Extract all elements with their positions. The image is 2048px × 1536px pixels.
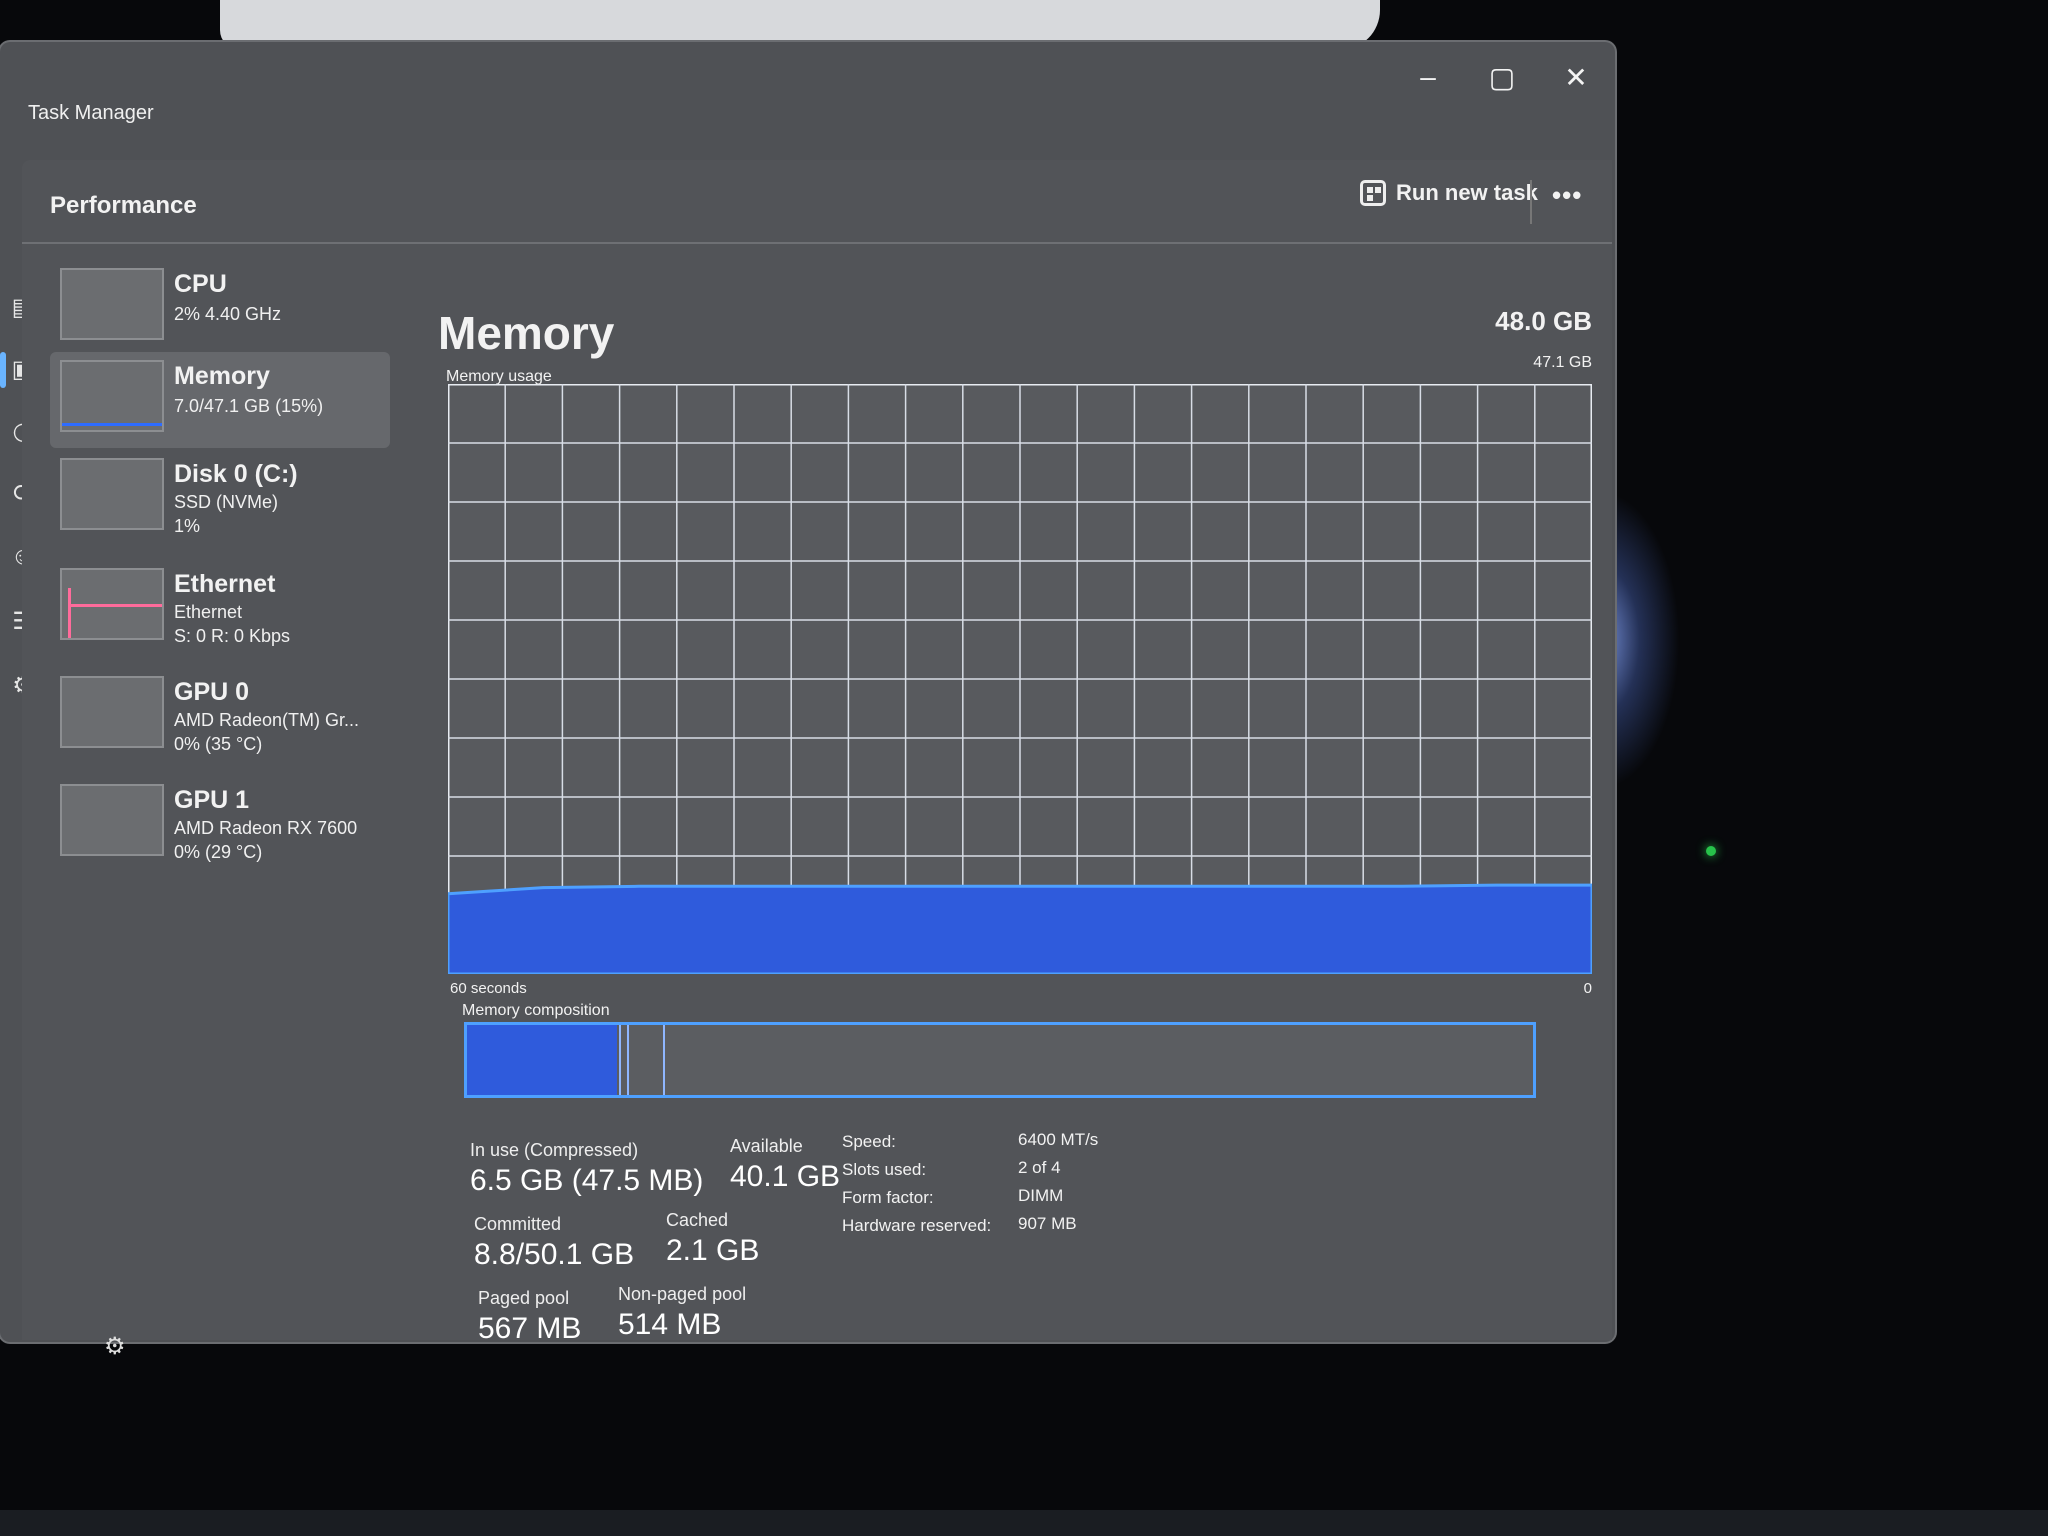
spec-value-slots: 2 of 4 <box>1018 1158 1061 1177</box>
non-paged-pool-value: 514 MB <box>618 1308 722 1341</box>
disk-thumbnail-graph <box>60 458 164 530</box>
device-item-gpu0[interactable]: GPU 0 AMD Radeon(TM) Gr... 0% (35 °C) <box>50 668 390 764</box>
device-detail: S: 0 R: 0 Kbps <box>174 626 291 646</box>
spec-value-form-factor: DIMM <box>1018 1186 1064 1205</box>
device-item-memory[interactable]: Memory 7.0/47.1 GB (15%) <box>50 352 390 448</box>
minimize-button[interactable]: – <box>1398 52 1458 102</box>
device-detail: SSD (NVMe) <box>174 492 279 512</box>
device-detail: AMD Radeon RX 7600 <box>174 818 358 838</box>
gpu0-thumbnail-graph <box>60 676 164 748</box>
spec-value-speed: 6400 MT/s <box>1018 1130 1099 1149</box>
gpu1-thumbnail-graph <box>60 784 164 856</box>
available-value: 40.1 GB <box>730 1160 841 1193</box>
non-paged-pool-label: Non-paged pool <box>618 1284 747 1304</box>
maximize-button[interactable]: ▢ <box>1472 52 1532 102</box>
power-indicator-light <box>1706 846 1716 856</box>
memory-usage-chart <box>448 384 1592 974</box>
cached-value: 2.1 GB <box>666 1234 760 1267</box>
paged-pool-value: 567 MB <box>478 1312 582 1345</box>
device-detail: 7.0/47.1 GB (15%) <box>174 396 324 416</box>
settings-icon[interactable]: ⚙ <box>104 1332 126 1361</box>
committed-value: 8.8/50.1 GB <box>474 1238 635 1271</box>
composition-label: Memory composition <box>462 1002 610 1019</box>
page-title: Performance <box>50 192 197 219</box>
total-memory: 48.0 GB <box>1495 306 1592 336</box>
device-detail: 0% (35 °C) <box>174 734 263 754</box>
device-item-disk[interactable]: Disk 0 (C:) SSD (NVMe) 1% <box>50 450 390 546</box>
run-task-icon <box>1360 180 1386 206</box>
device-name: Memory <box>174 362 270 390</box>
toolbar-divider <box>1530 180 1532 224</box>
available-label: Available <box>730 1136 803 1156</box>
more-options-button[interactable]: ••• <box>1552 180 1582 211</box>
task-manager-window: Task Manager – ▢ ✕ ▤ ▣ ◷ ⟳ ☺ ☰ ⚙ Perform… <box>0 42 1615 1360</box>
cached-label: Cached <box>666 1210 729 1230</box>
paged-pool-label: Paged pool <box>478 1288 570 1308</box>
composition-standby <box>629 1025 665 1095</box>
main-title: Memory <box>438 307 615 359</box>
device-name: Disk 0 (C:) <box>174 460 298 488</box>
spec-value-hardware-reserved: 907 MB <box>1018 1214 1077 1233</box>
committed-label: Committed <box>474 1214 562 1234</box>
header-divider <box>22 242 1612 244</box>
performance-panel: Performance Run new task ••• CPU 2% 4.40… <box>22 160 1612 1360</box>
device-name: CPU <box>174 270 227 298</box>
device-detail: 1% <box>174 516 201 536</box>
run-new-task-button[interactable]: Run new task <box>1350 172 1548 214</box>
device-item-cpu[interactable]: CPU 2% 4.40 GHz <box>50 260 390 356</box>
composition-in-use <box>467 1025 617 1095</box>
spec-label-speed: Speed: <box>842 1132 896 1151</box>
spec-label-slots: Slots used: <box>842 1160 927 1179</box>
run-new-task-label: Run new task <box>1396 180 1538 205</box>
memory-composition-bar <box>464 1022 1536 1098</box>
device-detail: AMD Radeon(TM) Gr... <box>174 710 360 730</box>
device-item-gpu1[interactable]: GPU 1 AMD Radeon RX 7600 0% (29 °C) <box>50 776 390 872</box>
in-use-label: In use (Compressed) <box>470 1140 639 1160</box>
cpu-thumbnail-graph <box>60 268 164 340</box>
device-name: GPU 0 <box>174 678 250 706</box>
spec-label-hardware-reserved: Hardware reserved: <box>842 1216 992 1235</box>
taskbar <box>0 1510 2048 1536</box>
device-detail: 2% 4.40 GHz <box>174 304 282 324</box>
app-title: Task Manager <box>28 102 154 124</box>
title-bar[interactable]: Task Manager – ▢ ✕ <box>0 42 1615 132</box>
spec-label-form-factor: Form factor: <box>842 1188 934 1207</box>
memory-usage-area <box>448 883 1592 974</box>
in-use-value: 6.5 GB (47.5 MB) <box>470 1164 704 1197</box>
composition-modified <box>619 1025 629 1095</box>
device-item-ethernet[interactable]: Ethernet Ethernet S: 0 R: 0 Kbps <box>50 560 390 656</box>
x-axis-right-label: 0 <box>1583 980 1592 997</box>
x-axis-left-label: 60 seconds <box>450 980 527 997</box>
close-button[interactable]: ✕ <box>1546 52 1606 102</box>
device-name: Ethernet <box>174 570 276 598</box>
ethernet-thumbnail-graph <box>60 568 164 640</box>
device-name: GPU 1 <box>174 786 250 814</box>
nav-active-indicator <box>0 352 6 388</box>
device-detail: Ethernet <box>174 602 243 622</box>
device-detail: 0% (29 °C) <box>174 842 263 862</box>
graph-max-label: 47.1 GB <box>1533 354 1592 371</box>
memory-thumbnail-graph <box>60 360 164 432</box>
